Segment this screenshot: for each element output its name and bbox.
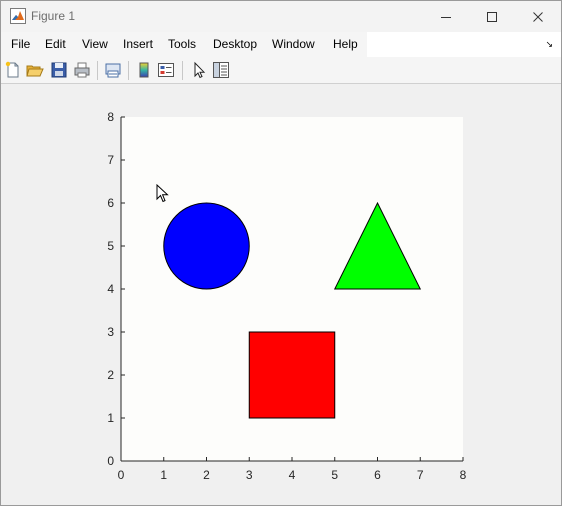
menu-file[interactable]: File (11, 37, 30, 51)
y-tick-label: 8 (107, 110, 114, 124)
insert-legend-icon[interactable] (157, 61, 175, 79)
link-plot-icon[interactable] (104, 61, 122, 79)
x-tick-label: 5 (331, 468, 338, 482)
figure-canvas[interactable]: 0 1 2 3 4 5 6 7 8 0 1 2 3 4 5 6 7 8 (2, 85, 561, 505)
menu-desktop[interactable]: Desktop (213, 37, 257, 51)
minimize-icon (441, 17, 451, 18)
new-figure-icon[interactable] (4, 61, 22, 79)
open-file-icon[interactable] (26, 61, 44, 79)
y-tick-label: 5 (107, 239, 114, 253)
x-tick-label: 3 (246, 468, 253, 482)
x-tick-label: 8 (460, 468, 467, 482)
property-inspector-icon[interactable] (212, 61, 230, 79)
y-tick-label: 0 (107, 454, 114, 468)
save-icon[interactable] (50, 61, 68, 79)
menu-edit[interactable]: Edit (45, 37, 66, 51)
x-tick-label: 2 (203, 468, 210, 482)
y-tick-label: 3 (107, 325, 114, 339)
maximize-icon (487, 12, 497, 22)
close-icon (533, 12, 543, 22)
y-tick-label: 7 (107, 153, 114, 167)
x-tick-label: 7 (417, 468, 424, 482)
title-bar[interactable]: Figure 1 (1, 1, 561, 32)
mouse-cursor-icon (156, 184, 169, 203)
minimize-button[interactable] (423, 1, 469, 32)
y-tick-label: 2 (107, 368, 114, 382)
window-title: Figure 1 (31, 9, 76, 23)
toolbar-separator (182, 61, 183, 80)
menu-window[interactable]: Window (272, 37, 315, 51)
x-tick-label: 4 (289, 468, 296, 482)
red-square-shape (248, 331, 336, 419)
figure-toolbar (1, 57, 561, 84)
menu-bar: File Edit View Insert Tools Desktop Wind… (1, 32, 561, 57)
insert-colorbar-icon[interactable] (135, 61, 153, 79)
axes-plot[interactable]: 0 1 2 3 4 5 6 7 8 0 1 2 3 4 5 6 7 8 (2, 85, 561, 505)
matlab-logo-icon (10, 8, 26, 24)
x-tick-label: 1 (160, 468, 167, 482)
menu-tools[interactable]: Tools (168, 37, 196, 51)
edit-plot-pointer-icon[interactable] (190, 61, 208, 79)
figure-window: Figure 1 File Edit View Insert Tools Des… (0, 0, 562, 506)
close-button[interactable] (515, 1, 561, 32)
print-icon[interactable] (73, 61, 91, 79)
toolbar-separator (128, 61, 129, 80)
x-tick-label: 0 (118, 468, 125, 482)
menu-insert[interactable]: Insert (123, 37, 153, 51)
y-tick-label: 4 (107, 282, 114, 296)
toolbar-separator (97, 61, 98, 80)
x-tick-label: 6 (374, 468, 381, 482)
menu-expander-icon[interactable]: ↘ (545, 39, 553, 50)
blue-circle-shape (163, 202, 250, 290)
y-tick-label: 6 (107, 196, 114, 210)
menu-view[interactable]: View (82, 37, 108, 51)
menu-help[interactable]: Help (333, 37, 358, 51)
y-tick-label: 1 (107, 411, 114, 425)
maximize-button[interactable] (469, 1, 515, 32)
